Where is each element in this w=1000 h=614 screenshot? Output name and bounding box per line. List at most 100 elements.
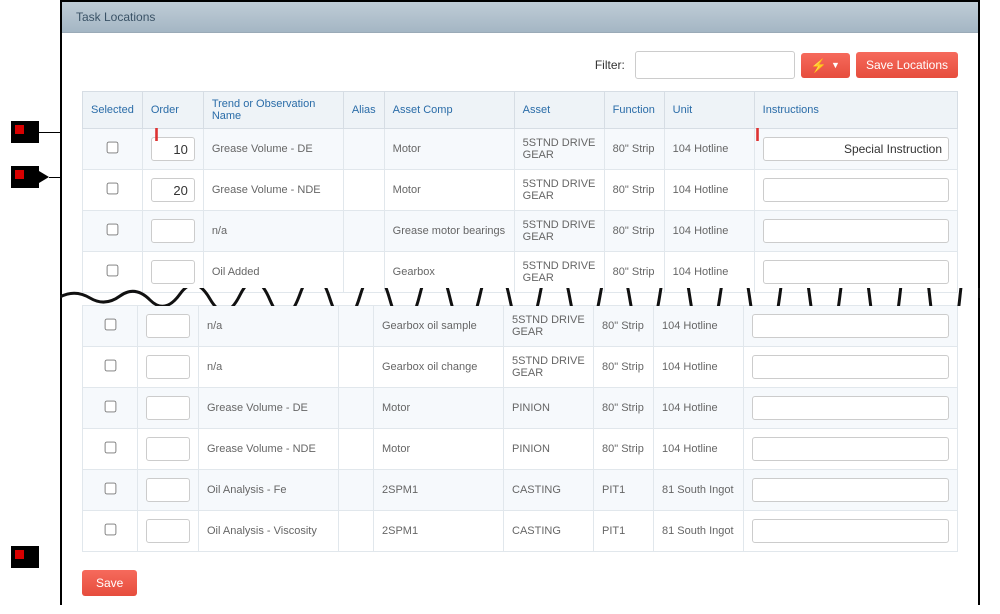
col-trend[interactable]: Trend or Observation Name	[203, 92, 343, 129]
col-asset-comp[interactable]: Asset Comp	[384, 92, 514, 129]
instructions-input[interactable]	[752, 437, 949, 461]
cell-asset: 5STND DRIVE GEAR	[504, 306, 594, 347]
action-menu-button[interactable]: ⚡ ▼	[801, 53, 850, 78]
table-row: Grease Volume - NDE Motor5STND DRIVE GEAR…	[83, 170, 958, 211]
col-instructions[interactable]: Instructions	[754, 92, 957, 129]
cell-trend: n/a	[203, 211, 343, 252]
order-input[interactable]	[146, 437, 190, 461]
col-order[interactable]: Order	[142, 92, 203, 129]
instructions-input[interactable]	[763, 178, 949, 202]
instructions-input[interactable]	[752, 314, 949, 338]
cell-alias	[343, 170, 384, 211]
cell-asset: PINION	[504, 388, 594, 429]
cell-function: 80" Strip	[594, 429, 654, 470]
cell-unit: 104 Hotline	[664, 170, 754, 211]
row-checkbox[interactable]	[107, 224, 119, 236]
cell-asset-comp: 2SPM1	[374, 511, 504, 552]
row-checkbox[interactable]	[104, 442, 116, 454]
annotation-marker-3	[11, 546, 39, 568]
cell-alias	[339, 306, 374, 347]
cell-function: PIT1	[594, 470, 654, 511]
cell-alias	[339, 470, 374, 511]
cell-alias	[343, 252, 384, 293]
row-checkbox[interactable]	[104, 319, 116, 331]
table-row: n/a Grease motor bearings5STND DRIVE GEAR…	[83, 211, 958, 252]
order-input[interactable]	[146, 314, 190, 338]
row-checkbox[interactable]	[107, 183, 119, 195]
order-input[interactable]	[151, 219, 195, 243]
order-input[interactable]	[146, 396, 190, 420]
cell-alias	[339, 511, 374, 552]
col-asset[interactable]: Asset	[514, 92, 604, 129]
cell-function: 80" Strip	[594, 388, 654, 429]
row-checkbox[interactable]	[107, 265, 119, 277]
filter-input[interactable]	[635, 51, 795, 79]
cell-trend: Grease Volume - NDE	[199, 429, 339, 470]
instructions-input[interactable]	[752, 355, 949, 379]
cell-trend: n/a	[199, 347, 339, 388]
col-selected[interactable]: Selected	[83, 92, 143, 129]
row-checkbox[interactable]	[104, 483, 116, 495]
instructions-input[interactable]	[752, 396, 949, 420]
order-input[interactable]	[151, 260, 195, 284]
cell-asset: 5STND DRIVE GEAR	[504, 347, 594, 388]
cell-asset: 5STND DRIVE GEAR	[514, 170, 604, 211]
cell-trend: Oil Added	[203, 252, 343, 293]
order-input[interactable]	[146, 478, 190, 502]
filter-label: Filter:	[595, 58, 625, 72]
table-row: Oil Analysis - Fe2SPM1CASTINGPIT181 Sout…	[83, 470, 958, 511]
instructions-input[interactable]	[763, 219, 949, 243]
cell-unit: 81 South Ingot	[654, 511, 744, 552]
save-button[interactable]: Save	[82, 570, 137, 596]
toolbar: Filter: ⚡ ▼ Save Locations	[62, 33, 978, 91]
row-checkbox[interactable]	[104, 401, 116, 413]
table-row: Grease Volume - DEMotor5STND DRIVE GEAR8…	[83, 129, 958, 170]
col-function[interactable]: Function	[604, 92, 664, 129]
order-input[interactable]	[146, 519, 190, 543]
bolt-icon: ⚡	[811, 59, 827, 72]
cell-asset-comp: Gearbox	[384, 252, 514, 293]
cell-unit: 104 Hotline	[654, 306, 744, 347]
cell-trend: Grease Volume - DE	[203, 129, 343, 170]
table-header-row: Selected Order Trend or Observation Name…	[83, 92, 958, 129]
cell-trend: n/a	[199, 306, 339, 347]
cell-function: 80" Strip	[604, 170, 664, 211]
cell-unit: 104 Hotline	[654, 429, 744, 470]
row-checkbox[interactable]	[104, 360, 116, 372]
row-checkbox[interactable]	[104, 524, 116, 536]
cell-asset-comp: Grease motor bearings	[384, 211, 514, 252]
cell-trend: Oil Analysis - Viscosity	[199, 511, 339, 552]
cell-asset-comp: Motor	[384, 170, 514, 211]
cell-alias	[343, 129, 384, 170]
cell-asset-comp: Motor	[374, 388, 504, 429]
instructions-input[interactable]	[752, 478, 949, 502]
table-row: Grease Volume - DEMotorPINION80" Strip10…	[83, 388, 958, 429]
cell-asset: PINION	[504, 429, 594, 470]
cell-asset-comp: Motor	[384, 129, 514, 170]
row-checkbox[interactable]	[107, 142, 119, 154]
order-input[interactable]	[151, 178, 195, 202]
cell-asset: 5STND DRIVE GEAR	[514, 211, 604, 252]
cell-trend: Oil Analysis - Fe	[199, 470, 339, 511]
table-row: Oil AddedGearbox5STND DRIVE GEAR80" Stri…	[83, 252, 958, 293]
col-alias[interactable]: Alias	[343, 92, 384, 129]
cell-function: PIT1	[594, 511, 654, 552]
cell-unit: 104 Hotline	[664, 252, 754, 293]
annotation-marker-2	[11, 166, 39, 188]
instructions-input[interactable]	[763, 137, 949, 161]
cell-unit: 104 Hotline	[654, 347, 744, 388]
cell-unit: 104 Hotline	[664, 211, 754, 252]
instructions-input[interactable]	[763, 260, 949, 284]
order-input[interactable]	[151, 137, 195, 161]
cell-alias	[339, 429, 374, 470]
footer: Save	[62, 552, 978, 614]
cell-unit: 81 South Ingot	[654, 470, 744, 511]
instructions-input[interactable]	[752, 519, 949, 543]
col-unit[interactable]: Unit	[664, 92, 754, 129]
cell-asset: 5STND DRIVE GEAR	[514, 129, 604, 170]
cell-function: 80" Strip	[594, 347, 654, 388]
save-locations-button[interactable]: Save Locations	[856, 52, 958, 78]
cell-trend: Grease Volume - NDE	[203, 170, 343, 211]
order-input[interactable]	[146, 355, 190, 379]
cell-function: 80" Strip	[594, 306, 654, 347]
